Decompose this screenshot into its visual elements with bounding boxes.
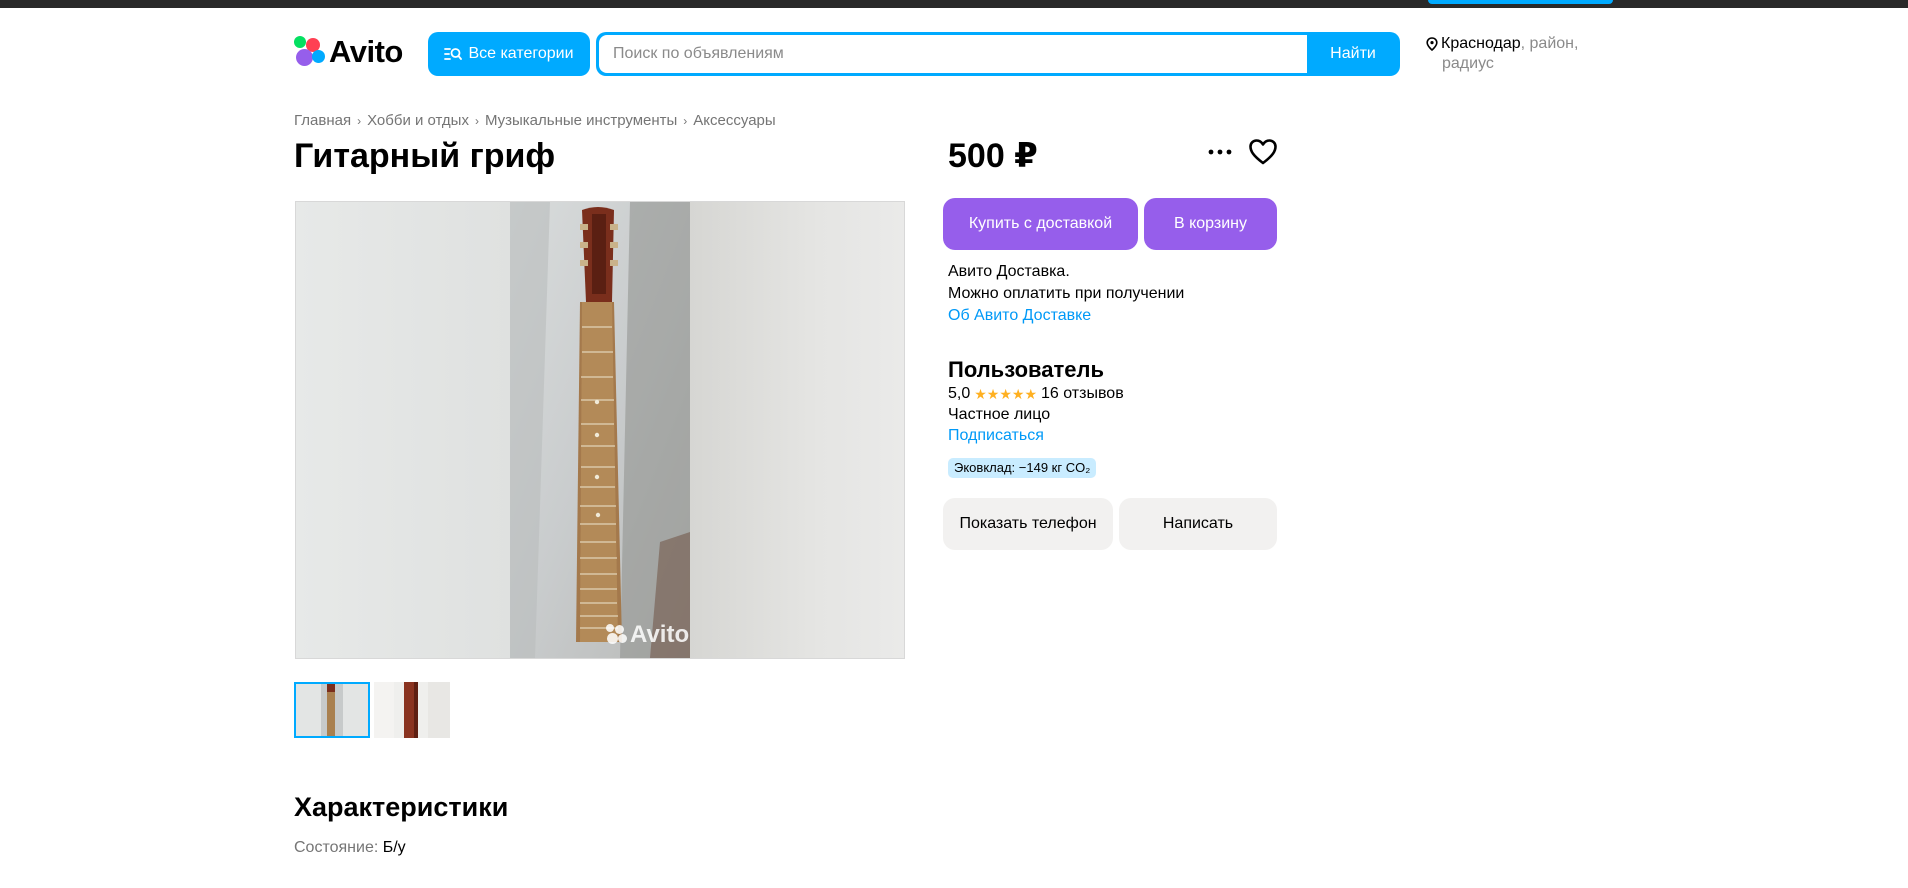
watermark-text: Avito — [630, 621, 690, 648]
more-dots-icon — [1208, 149, 1232, 155]
buy-with-delivery-button[interactable]: Купить с доставкой — [943, 198, 1138, 250]
rating-stars-icon: ★★★★★ — [974, 385, 1038, 402]
thumbnail-2-image — [374, 682, 450, 738]
delivery-line-2: Можно оплатить при получении — [948, 285, 1185, 302]
seller-name[interactable]: Пользователь — [948, 356, 1104, 384]
price: 500 ₽ — [948, 137, 1038, 175]
write-message-button[interactable]: Написать — [1119, 498, 1277, 550]
rating-value: 5,0 — [948, 385, 971, 402]
subscribe-link[interactable]: Подписаться — [948, 427, 1044, 445]
eco-badge[interactable]: Эковклад: −149 кг CO₂ — [948, 458, 1097, 478]
characteristics-title: Характеристики — [294, 792, 509, 822]
breadcrumb-accessories[interactable]: Аксессуары — [693, 112, 775, 129]
thumbnail-2[interactable] — [374, 682, 450, 738]
search-bar: Найти — [596, 32, 1400, 76]
logo-text: Avito — [329, 34, 403, 69]
breadcrumb-chevron-icon: › — [683, 113, 688, 128]
add-to-cart-button[interactable]: В корзину — [1144, 198, 1277, 250]
heart-icon — [1249, 139, 1277, 165]
listing-title: Гитарный гриф — [294, 137, 556, 175]
reviews-link[interactable]: 16 отзывов — [1041, 385, 1124, 403]
show-phone-button[interactable]: Показать телефон — [943, 498, 1113, 550]
characteristic-value: Б/у — [382, 839, 406, 856]
about-delivery-link[interactable]: Об Авито Доставке — [948, 305, 1184, 327]
top-bar-accent[interactable] — [1428, 0, 1613, 4]
delivery-info: Авито Доставка. Можно оплатить при получ… — [948, 261, 1184, 327]
photo-thumbnails — [294, 682, 450, 738]
main-photo[interactable]: Avito — [295, 201, 905, 659]
delivery-line-1: Авито Доставка. — [948, 263, 1070, 280]
location-city: Краснодар — [1441, 35, 1521, 52]
seller-rating: 5,0 ★★★★★ 16 отзывов — [948, 385, 1124, 403]
breadcrumb-chevron-icon: › — [474, 113, 479, 128]
thumbnail-1[interactable] — [294, 682, 370, 738]
avito-watermark: Avito — [606, 621, 689, 649]
logo-dots-icon — [294, 36, 326, 68]
search-input[interactable] — [599, 35, 1307, 73]
characteristic-condition: Состояние: Б/у — [294, 839, 406, 857]
breadcrumb-home[interactable]: Главная — [294, 112, 351, 129]
breadcrumb-hobby[interactable]: Хобби и отдых — [367, 112, 469, 129]
categories-search-icon — [444, 48, 463, 60]
breadcrumb-chevron-icon: › — [357, 113, 362, 128]
thumbnail-1-image — [296, 684, 368, 736]
location-selector[interactable]: Краснодар, район, радиус — [1426, 34, 1586, 74]
watermark-dots-icon — [606, 624, 628, 646]
location-radius: радиус — [1442, 55, 1494, 72]
more-options-button[interactable] — [1206, 140, 1234, 164]
characteristic-key: Состояние: — [294, 839, 379, 856]
photo-blur-right — [690, 202, 904, 658]
guitar-neck-photo — [510, 202, 690, 658]
photo-blur-left — [296, 202, 510, 658]
all-categories-button[interactable]: Все категории — [428, 32, 590, 76]
seller-type: Частное лицо — [948, 406, 1051, 423]
top-bar — [0, 0, 1908, 8]
breadcrumb: Главная › Хобби и отдых › Музыкальные ин… — [294, 112, 776, 129]
avito-logo[interactable]: Avito — [294, 34, 403, 69]
location-district: район — [1529, 35, 1574, 52]
search-button[interactable]: Найти — [1306, 32, 1400, 76]
breadcrumb-instruments[interactable]: Музыкальные инструменты — [485, 112, 677, 129]
favorite-button[interactable] — [1248, 138, 1278, 166]
location-pin-icon — [1426, 36, 1438, 51]
all-categories-label: Все категории — [468, 45, 574, 62]
